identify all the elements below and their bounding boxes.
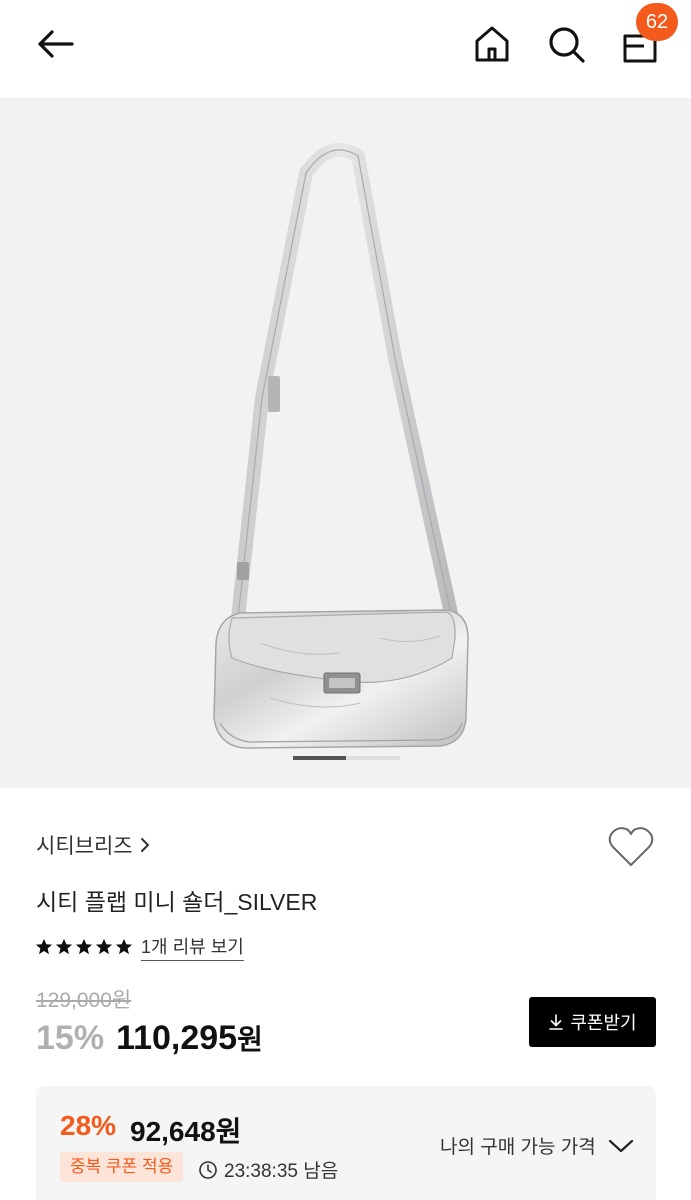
my-price-toggle[interactable]: 나의 구매 가능 가격: [440, 1132, 634, 1159]
carousel-indicator-track: [346, 756, 400, 760]
discount-rate: 15%: [36, 1019, 105, 1057]
countdown-text: 23:38:35 남음: [224, 1161, 339, 1182]
top-navigation-bar: 62: [0, 0, 691, 98]
sale-price-row: 15% 110,295 원: [36, 1018, 263, 1058]
download-icon: [549, 1014, 564, 1030]
carousel-indicator-active: [293, 756, 346, 760]
home-button[interactable]: [470, 22, 514, 66]
best-price-panel: 28% 92,648원 중복 쿠폰 적용 23:38:35 남음 나의 구매 가…: [36, 1086, 656, 1200]
brand-name: 시티브리즈: [36, 835, 133, 858]
product-title: 시티 플랩 미니 숄더_SILVER: [36, 889, 318, 915]
chevron-down-icon: [608, 1139, 633, 1152]
coupon-stack-badge: 중복 쿠폰 적용: [60, 1152, 184, 1182]
countdown-timer: 23:38:35 남음: [198, 1156, 338, 1183]
my-price-label: 나의 구매 가능 가격: [440, 1137, 596, 1158]
product-image: [213, 142, 469, 749]
brand-link[interactable]: 시티브리즈: [36, 830, 151, 860]
currency-unit: 원: [237, 1024, 263, 1055]
sale-price: 110,295: [116, 1019, 238, 1057]
original-price: 129,000원: [36, 989, 132, 1012]
product-image-carousel[interactable]: [0, 98, 691, 788]
home-icon: [475, 26, 509, 62]
wishlist-button[interactable]: [606, 824, 656, 870]
clock-icon: [199, 1160, 217, 1179]
search-button[interactable]: [544, 22, 588, 66]
heart-icon: [608, 827, 654, 866]
review-link[interactable]: 1개 리뷰 보기: [141, 933, 244, 961]
star-icon: [55, 938, 73, 955]
search-icon: [549, 27, 585, 63]
cart-count-badge: 62: [636, 3, 678, 41]
star-icon: [115, 938, 133, 955]
get-coupon-button[interactable]: 쿠폰받기: [529, 997, 656, 1047]
rating-stars: [35, 938, 133, 956]
back-arrow-icon: [38, 30, 74, 58]
back-button[interactable]: [32, 22, 80, 66]
get-coupon-label: 쿠폰받기: [570, 1013, 637, 1033]
rating-row: 1개 리뷰 보기: [35, 933, 244, 961]
chevron-right-icon: [140, 838, 149, 852]
star-icon: [35, 938, 53, 955]
best-price: 92,648원: [130, 1116, 242, 1147]
star-icon: [75, 938, 93, 955]
star-icon: [95, 938, 113, 955]
best-discount-rate: 28%: [60, 1110, 117, 1141]
